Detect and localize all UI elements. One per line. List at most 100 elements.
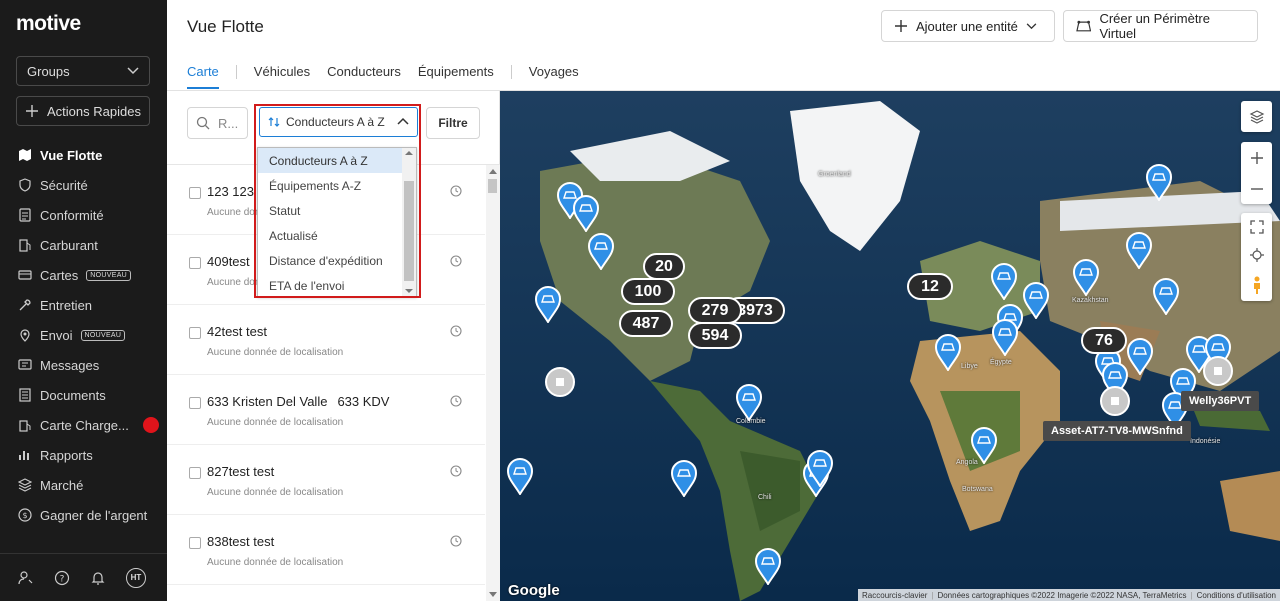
app-root: motive Groups Actions Rapides Vue Flotte… xyxy=(0,0,1280,601)
clock-icon[interactable] xyxy=(450,185,462,197)
avatar[interactable]: HT xyxy=(126,567,146,588)
zoom-in-icon[interactable] xyxy=(1250,151,1264,165)
bell-icon[interactable] xyxy=(90,570,106,586)
sort-option-equipements[interactable]: Équipements A-Z xyxy=(258,173,402,198)
motive-logo[interactable]: motive xyxy=(16,12,81,36)
sort-option-statut[interactable]: Statut xyxy=(258,198,402,223)
vehicle-cluster[interactable]: 20 xyxy=(643,253,685,280)
asset-pin[interactable] xyxy=(545,367,575,397)
sort-select[interactable]: Conducteurs A à Z xyxy=(259,107,418,137)
sidebar-item-gagner[interactable]: $ Gagner de l'argent xyxy=(0,500,167,530)
vehicle-pin[interactable] xyxy=(670,459,698,497)
vehicle-pin[interactable] xyxy=(991,318,1019,356)
vehicle-cluster[interactable]: 279 xyxy=(688,297,742,324)
dropdown-scrollbar[interactable] xyxy=(402,148,416,296)
sidebar-item-carburant[interactable]: Carburant xyxy=(0,230,167,260)
list-scrollbar[interactable] xyxy=(486,165,500,601)
tab-equipements[interactable]: Équipements xyxy=(418,64,494,89)
scroll-down-arrow[interactable] xyxy=(489,592,497,597)
vehicle-pin[interactable] xyxy=(1145,163,1173,201)
sort-option-actualise[interactable]: Actualisé xyxy=(258,223,402,248)
tab-carte[interactable]: Carte xyxy=(187,64,219,89)
layers-button[interactable] xyxy=(1241,101,1272,132)
vehicle-cluster[interactable]: 12 xyxy=(907,273,953,300)
vehicle-pin[interactable] xyxy=(506,457,534,495)
zoom-out-icon[interactable] xyxy=(1250,182,1264,196)
sidebar-item-securite[interactable]: Sécurité xyxy=(0,170,167,200)
sort-option-distance[interactable]: Distance d'expédition xyxy=(258,248,402,273)
vehicle-cluster[interactable]: 487 xyxy=(619,310,673,337)
locate-icon[interactable] xyxy=(1249,248,1264,262)
vehicle-pin[interactable] xyxy=(806,449,834,487)
row-checkbox[interactable] xyxy=(189,187,201,199)
scroll-thumb[interactable] xyxy=(488,179,497,193)
vehicle-pin[interactable] xyxy=(572,194,600,232)
row-checkbox[interactable] xyxy=(189,327,201,339)
vehicle-pin[interactable] xyxy=(1022,281,1050,319)
row-checkbox[interactable] xyxy=(189,397,201,409)
sidebar-item-messages[interactable]: Messages xyxy=(0,350,167,380)
keyboard-shortcuts-link[interactable]: Raccourcis-clavier xyxy=(862,591,927,600)
street-view-icon[interactable] xyxy=(1251,276,1263,294)
sort-option-eta[interactable]: ETA de l'envoi xyxy=(258,273,402,298)
list-item[interactable]: 42test test Aucune donnée de localisatio… xyxy=(167,305,485,375)
vehicle-pin[interactable] xyxy=(534,285,562,323)
create-geofence-button[interactable]: Créer un Périmètre Virtuel xyxy=(1063,10,1258,42)
row-checkbox[interactable] xyxy=(189,257,201,269)
add-entity-button[interactable]: Ajouter une entité xyxy=(881,10,1055,42)
scroll-up-arrow[interactable] xyxy=(489,169,497,174)
quick-actions-button[interactable]: Actions Rapides xyxy=(16,96,150,126)
tab-conducteurs[interactable]: Conducteurs xyxy=(327,64,401,89)
scroll-down-arrow[interactable] xyxy=(405,289,413,293)
list-item[interactable]: 633 Kristen Del Valle 633 KDV Aucune donn… xyxy=(167,375,485,445)
search-icon xyxy=(196,116,210,130)
vehicle-pin[interactable] xyxy=(990,262,1018,300)
search-input[interactable]: R... xyxy=(187,107,248,139)
tab-voyages[interactable]: Voyages xyxy=(529,64,579,89)
clock-icon[interactable] xyxy=(450,325,462,337)
asset-pin[interactable] xyxy=(1203,356,1233,386)
terms-link[interactable]: Conditions d'utilisation xyxy=(1191,591,1276,600)
users-settings-icon[interactable] xyxy=(18,570,34,586)
sidebar-item-documents[interactable]: Documents xyxy=(0,380,167,410)
sidebar-item-rapports[interactable]: Rapports xyxy=(0,440,167,470)
clock-icon[interactable] xyxy=(450,255,462,267)
vehicle-pin[interactable] xyxy=(934,333,962,371)
sort-option-conducteurs[interactable]: Conducteurs A à Z xyxy=(258,148,402,173)
vehicle-pin[interactable] xyxy=(735,383,763,421)
scroll-up-arrow[interactable] xyxy=(405,151,413,155)
vehicle-pin[interactable] xyxy=(1072,258,1100,296)
fleet-map[interactable]: Groenland Kazakhstan Libye Égypte Colomb… xyxy=(500,91,1280,601)
asset-pin[interactable] xyxy=(1100,386,1130,416)
sidebar-item-cartes[interactable]: Cartes NOUVEAU xyxy=(0,260,167,290)
vehicle-cluster[interactable]: 76 xyxy=(1081,327,1127,354)
sidebar-item-carte-charge[interactable]: Carte Charge... xyxy=(0,410,167,440)
vehicle-cluster[interactable]: 100 xyxy=(621,278,675,305)
clock-icon[interactable] xyxy=(450,395,462,407)
sidebar-item-entretien[interactable]: Entretien xyxy=(0,290,167,320)
filter-button[interactable]: Filtre xyxy=(426,107,480,139)
vehicle-pin[interactable] xyxy=(1152,277,1180,315)
sidebar-item-conformite[interactable]: Conformité xyxy=(0,200,167,230)
tab-vehicules[interactable]: Véhicules xyxy=(254,64,310,89)
vehicle-cluster[interactable]: 594 xyxy=(688,322,742,349)
groups-dropdown[interactable]: Groups xyxy=(16,56,150,86)
location-icon xyxy=(18,328,32,342)
row-checkbox[interactable] xyxy=(189,537,201,549)
sidebar-item-envoi[interactable]: Envoi NOUVEAU xyxy=(0,320,167,350)
clock-icon[interactable] xyxy=(450,465,462,477)
vehicle-pin[interactable] xyxy=(1126,337,1154,375)
fullscreen-icon[interactable] xyxy=(1249,220,1264,234)
scroll-thumb[interactable] xyxy=(404,181,414,281)
list-item[interactable]: 827test test Aucune donnée de localisati… xyxy=(167,445,485,515)
clock-icon[interactable] xyxy=(450,535,462,547)
help-icon[interactable]: ? xyxy=(54,570,70,586)
sidebar-item-vue-flotte[interactable]: Vue Flotte xyxy=(0,140,167,170)
vehicle-pin[interactable] xyxy=(754,547,782,585)
sidebar-item-marche[interactable]: Marché xyxy=(0,470,167,500)
vehicle-pin[interactable] xyxy=(587,232,615,270)
vehicle-pin[interactable] xyxy=(1125,231,1153,269)
vehicle-pin[interactable] xyxy=(970,426,998,464)
list-item[interactable]: 838test test Aucune donnée de localisati… xyxy=(167,515,485,585)
row-checkbox[interactable] xyxy=(189,467,201,479)
